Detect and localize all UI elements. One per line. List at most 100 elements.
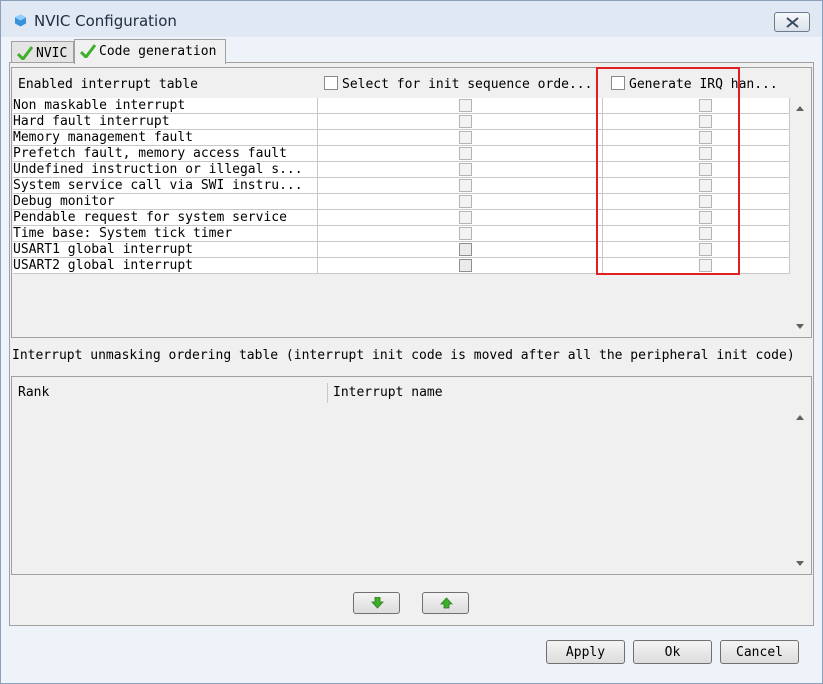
interrupt-name-cell: Pendable request for system service [13,210,318,226]
init-sequence-checkbox[interactable] [459,243,472,256]
table-row[interactable]: Pendable request for system service [12,210,790,226]
generate-irq-cell [603,226,790,242]
tab-nvic[interactable]: NVIC [11,41,74,63]
init-sequence-cell [318,178,603,194]
nvic-configuration-window: NVIC Configuration NVIC Code generation … [0,0,823,684]
green-check-icon [17,46,33,60]
generate-irq-cell [603,130,790,146]
ok-button[interactable]: Ok [633,640,712,664]
init-sequence-checkbox[interactable] [459,131,472,144]
select-all-generate-irq-checkbox[interactable] [611,76,625,90]
table-row[interactable]: Time base: System tick timer [12,226,790,242]
generate-irq-checkbox[interactable] [699,179,712,192]
header-select-init-sequence: Select for init sequence orde... [318,70,603,98]
table-row[interactable]: System service call via SWI instru... [12,178,790,194]
interrupt-name-cell: USART1 global interrupt [13,242,318,258]
init-sequence-checkbox[interactable] [459,259,472,272]
scroll-down-icon[interactable] [796,561,804,566]
enabled-interrupt-table: Enabled interrupt table Select for init … [11,67,812,338]
apply-button[interactable]: Apply [546,640,625,664]
scroll-up-icon[interactable] [796,106,804,111]
scroll-up-icon[interactable] [796,415,804,420]
interrupt-name-cell: Non maskable interrupt [13,98,318,114]
header-rank: Rank [13,378,326,406]
init-sequence-checkbox[interactable] [459,115,472,128]
init-sequence-cell [318,98,603,114]
tab-code-generation[interactable]: Code generation [74,39,226,64]
generate-irq-checkbox[interactable] [699,115,712,128]
init-sequence-cell [318,258,603,274]
generate-irq-checkbox[interactable] [699,163,712,176]
generate-irq-checkbox[interactable] [699,211,712,224]
init-sequence-cell [318,162,603,178]
generate-irq-cell [603,210,790,226]
table-row[interactable]: Memory management fault [12,130,790,146]
generate-irq-cell [603,194,790,210]
interrupt-name-cell: Time base: System tick timer [13,226,318,242]
move-up-button[interactable] [422,592,469,614]
tab-code-generation-label: Code generation [99,44,217,59]
close-button[interactable] [774,12,810,32]
init-sequence-checkbox[interactable] [459,195,472,208]
interrupt-name-cell: Hard fault interrupt [13,114,318,130]
table-row[interactable]: Prefetch fault, memory access fault [12,146,790,162]
title-bar: NVIC Configuration [1,1,822,37]
interrupt-name-cell: Prefetch fault, memory access fault [13,146,318,162]
init-sequence-checkbox[interactable] [459,227,472,240]
cancel-button[interactable]: Cancel [720,640,799,664]
interrupt-name-cell: Memory management fault [13,130,318,146]
init-sequence-checkbox[interactable] [459,163,472,176]
init-sequence-cell [318,146,603,162]
generate-irq-checkbox[interactable] [699,227,712,240]
generate-irq-cell [603,98,790,114]
init-sequence-checkbox[interactable] [459,147,472,160]
close-icon [786,17,799,28]
tab-nvic-label: NVIC [36,46,68,61]
select-all-init-sequence-checkbox[interactable] [324,76,338,90]
vertical-scrollbar[interactable] [791,98,811,336]
init-sequence-cell [318,130,603,146]
init-sequence-cell [318,210,603,226]
table-row[interactable]: Debug monitor [12,194,790,210]
cube-icon [15,14,26,27]
interrupt-name-cell: Undefined instruction or illegal s... [13,162,318,178]
generate-irq-cell [603,114,790,130]
init-sequence-checkbox[interactable] [459,211,472,224]
init-sequence-cell [318,114,603,130]
scroll-down-icon[interactable] [796,324,804,329]
header-interrupt-name: Interrupt name [328,378,788,406]
table-row[interactable]: Hard fault interrupt [12,114,790,130]
generate-irq-cell [603,162,790,178]
table-row[interactable]: USART1 global interrupt [12,242,790,258]
generate-irq-checkbox[interactable] [699,259,712,272]
generate-irq-checkbox[interactable] [699,99,712,112]
interrupt-name-cell: System service call via SWI instru... [13,178,318,194]
interrupt-ordering-table: Rank Interrupt name [11,376,812,575]
interrupt-name-cell: USART2 global interrupt [13,258,318,274]
generate-irq-checkbox[interactable] [699,131,712,144]
init-sequence-checkbox[interactable] [459,179,472,192]
window-title: NVIC Configuration [34,12,177,30]
ordering-vertical-scrollbar[interactable] [791,406,811,574]
init-sequence-cell [318,226,603,242]
green-arrow-down-icon [371,597,384,609]
table-row[interactable]: Non maskable interrupt [12,98,790,114]
generate-irq-cell [603,178,790,194]
green-arrow-up-icon [440,597,453,609]
move-down-button[interactable] [353,592,400,614]
header-generate-irq-handler: Generate IRQ han... [603,70,790,98]
ordering-table-caption: Interrupt unmasking ordering table (inte… [12,348,795,363]
generate-irq-checkbox[interactable] [699,243,712,256]
generate-irq-cell [603,242,790,258]
generate-irq-cell [603,146,790,162]
table-row[interactable]: Undefined instruction or illegal s... [12,162,790,178]
init-sequence-cell [318,242,603,258]
interrupt-name-cell: Debug monitor [13,194,318,210]
green-check-icon [80,44,96,58]
init-sequence-checkbox[interactable] [459,99,472,112]
header-enabled-interrupt-table: Enabled interrupt table [13,70,316,98]
table-row[interactable]: USART2 global interrupt [12,258,790,274]
generate-irq-checkbox[interactable] [699,195,712,208]
generate-irq-checkbox[interactable] [699,147,712,160]
init-sequence-cell [318,194,603,210]
